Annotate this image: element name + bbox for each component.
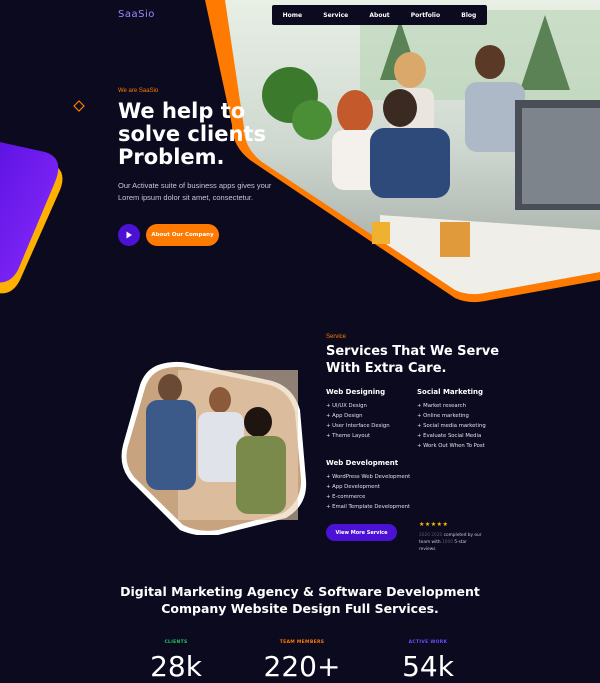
stat-team-value: 220+ <box>263 650 341 683</box>
star-icon: ★★★★★ <box>419 522 449 528</box>
list-item[interactable]: App Development <box>326 482 410 492</box>
hero-title-line-3: Problem. <box>118 145 225 169</box>
web-development-heading: Web Development <box>326 459 399 467</box>
list-item[interactable]: Theme Layout <box>326 431 390 441</box>
diamond-outline-icon <box>73 100 85 112</box>
social-marketing-heading: Social Marketing <box>417 388 484 396</box>
list-item[interactable]: User Interface Design <box>326 421 389 431</box>
web-designing-column: Web Designing UI/UX Design App Design Us… <box>326 388 390 441</box>
agency-title-line-2: Company Website Design Full Services. <box>161 601 439 616</box>
stat-active-value: 54k <box>402 650 454 683</box>
list-item[interactable]: UI/UX Design <box>326 401 390 411</box>
stat-team-label: TEAM MEMBERS <box>279 640 325 645</box>
view-more-service-button[interactable]: View More Service <box>326 524 397 541</box>
nav-portfolio[interactable]: Portfolio <box>411 12 440 19</box>
web-designing-list: UI/UX Design App Design User Interface D… <box>326 401 390 441</box>
stat-clients-label: CLIENTS <box>164 640 188 645</box>
list-item[interactable]: WordPress Web Development <box>326 472 410 482</box>
services-eyebrow: Service <box>326 334 347 340</box>
web-development-column: Web Development WordPress Web Developmen… <box>326 459 410 512</box>
agency-title: Digital Marketing Agency & Software Deve… <box>0 583 600 617</box>
play-video-button[interactable] <box>118 224 140 246</box>
nav-home[interactable]: Home <box>283 12 302 19</box>
review-count: 1000 <box>442 540 453 545</box>
hero-image <box>0 0 600 303</box>
list-item[interactable]: Market research <box>417 401 486 411</box>
list-item[interactable]: Evaluate Social Media <box>417 431 486 441</box>
stat-clients-value: 28k <box>150 650 202 683</box>
web-designing-heading: Web Designing <box>326 388 386 396</box>
services-title: Services That We Serve With Extra Care. <box>326 343 499 377</box>
social-marketing-column: Social Marketing Market research Online … <box>417 388 486 451</box>
site-logo[interactable]: SaaSio <box>118 9 155 20</box>
list-item[interactable]: E-commerce <box>326 492 410 502</box>
services-title-line-1: Services That We Serve <box>326 344 500 359</box>
play-icon <box>126 231 132 239</box>
hero-description: Our Activate suite of business apps give… <box>118 181 272 202</box>
review-text: 2020 2020 completed by our team with 100… <box>419 532 484 553</box>
hero-title: We help to solve clients Problem. <box>118 100 266 169</box>
team-image <box>121 361 307 535</box>
nav-blog[interactable]: Blog <box>461 12 476 19</box>
hero-eyebrow: We are SaaSio <box>118 88 159 94</box>
stat-active-label: ACTIVE WORK <box>408 640 448 645</box>
social-marketing-list: Market research Online marketing Social … <box>417 401 486 451</box>
main-nav: Home Service About Portfolio Blog <box>272 5 487 25</box>
agency-title-line-1: Digital Marketing Agency & Software Deve… <box>120 584 480 599</box>
nav-about[interactable]: About <box>369 12 389 19</box>
list-item[interactable]: Email Template Development <box>326 502 410 512</box>
services-title-line-2: With Extra Care. <box>326 361 447 376</box>
nav-service[interactable]: Service <box>323 12 348 19</box>
web-development-list: WordPress Web Development App Developmen… <box>326 472 410 512</box>
review-lead: 2020 2020 <box>419 533 443 538</box>
list-item[interactable]: Social media marketing <box>417 421 486 431</box>
list-item[interactable]: App Design <box>326 411 390 421</box>
list-item[interactable]: Online marketing <box>417 411 486 421</box>
about-company-button[interactable]: About Our Company <box>146 224 219 246</box>
list-item[interactable]: Work Out When To Post <box>417 441 486 451</box>
hero-title-line-1: We help to <box>118 99 246 123</box>
hero-title-line-2: solve clients <box>118 122 266 146</box>
